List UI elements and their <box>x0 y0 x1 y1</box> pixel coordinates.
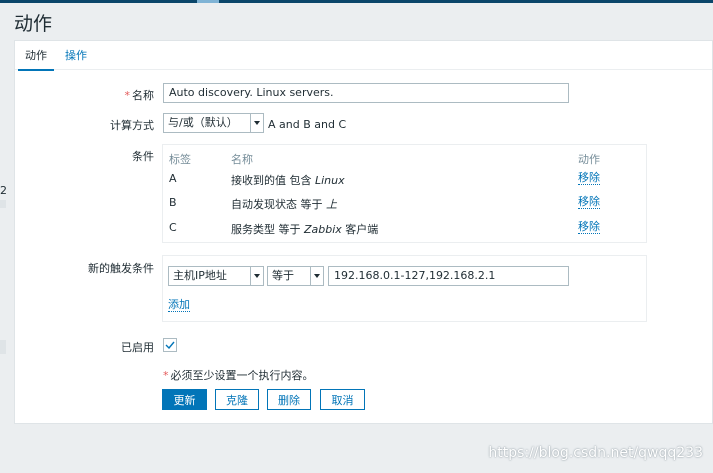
chevron-down-icon <box>250 114 263 132</box>
tab-operations[interactable]: 操作 <box>65 47 87 63</box>
required-note-text: 必须至少设置一个执行内容。 <box>170 369 314 382</box>
condition-tag: B <box>169 196 177 209</box>
calc-select[interactable]: 与/或（默认） <box>163 113 264 133</box>
watermark: https://blog.csdn.net/qwqq233 <box>488 445 703 461</box>
remove-condition-c-link[interactable]: 移除 <box>578 221 600 234</box>
condition-value-input[interactable]: 192.168.0.1-127,192.168.2.1 <box>328 266 569 286</box>
delete-button[interactable]: 删除 <box>267 389 311 410</box>
chevron-down-icon <box>310 267 323 285</box>
conditions-table: 标签 名称 动作 A 接收到的值 包含 Linux 移除 B 自动发现状态 等于… <box>162 144 647 243</box>
name-label-text: 名称 <box>132 89 154 102</box>
condition-text: 接收到的值 包含 Linux <box>231 174 345 187</box>
condition-type-select[interactable]: 主机IP地址 <box>168 266 264 286</box>
cancel-button[interactable]: 取消 <box>320 389 365 410</box>
page-title: 动作 <box>14 13 53 35</box>
enabled-label: 已启用 <box>121 341 154 354</box>
new-condition-label: 新的触发条件 <box>88 262 154 275</box>
name-label: * 名称 <box>54 87 155 103</box>
condition-text: 自动发现状态 等于 上 <box>231 198 337 211</box>
conditions-label: 条件 <box>132 150 154 163</box>
condition-type-value: 主机IP地址 <box>173 269 227 282</box>
left-edge-bar <box>0 200 6 208</box>
tab-bar: 动作 操作 <box>15 41 712 71</box>
action-form-panel: 动作 操作 * 名称 Auto discovery. Linux servers.… <box>14 40 713 424</box>
name-input[interactable]: Auto discovery. Linux servers. <box>163 83 569 103</box>
condition-tag: C <box>169 221 177 234</box>
column-header-name: 名称 <box>231 153 253 166</box>
top-navigation-bar <box>0 0 713 3</box>
column-header-tag: 标签 <box>169 153 191 166</box>
required-asterisk: * <box>163 369 169 382</box>
left-edge-fragment: 2 <box>0 140 7 460</box>
condition-operator-select[interactable]: 等于 <box>267 266 324 286</box>
update-button[interactable]: 更新 <box>162 389 207 410</box>
add-condition-link[interactable]: 添加 <box>168 299 190 312</box>
calc-expression: A and B and C <box>268 118 347 131</box>
left-edge-bar <box>0 340 6 354</box>
column-header-action: 动作 <box>578 153 600 166</box>
condition-text: 服务类型 等于 Zabbix 客户端 <box>231 223 379 236</box>
remove-condition-b-link[interactable]: 移除 <box>578 196 600 209</box>
calc-select-value: 与/或（默认） <box>168 116 238 129</box>
calc-label: 计算方式 <box>110 119 154 132</box>
condition-tag: A <box>169 172 177 185</box>
top-nav-active-marker <box>197 0 219 3</box>
chevron-down-icon <box>250 267 263 285</box>
clone-button[interactable]: 克隆 <box>215 389 259 410</box>
condition-operator-value: 等于 <box>272 269 294 282</box>
required-note: * 必须至少设置一个执行内容。 <box>163 367 314 383</box>
check-icon <box>165 341 175 349</box>
enabled-checkbox[interactable] <box>163 338 177 352</box>
tab-action[interactable]: 动作 <box>18 47 54 71</box>
remove-condition-a-link[interactable]: 移除 <box>578 172 600 185</box>
clipped-left-text: 2 <box>0 184 7 197</box>
required-asterisk: * <box>124 89 131 102</box>
